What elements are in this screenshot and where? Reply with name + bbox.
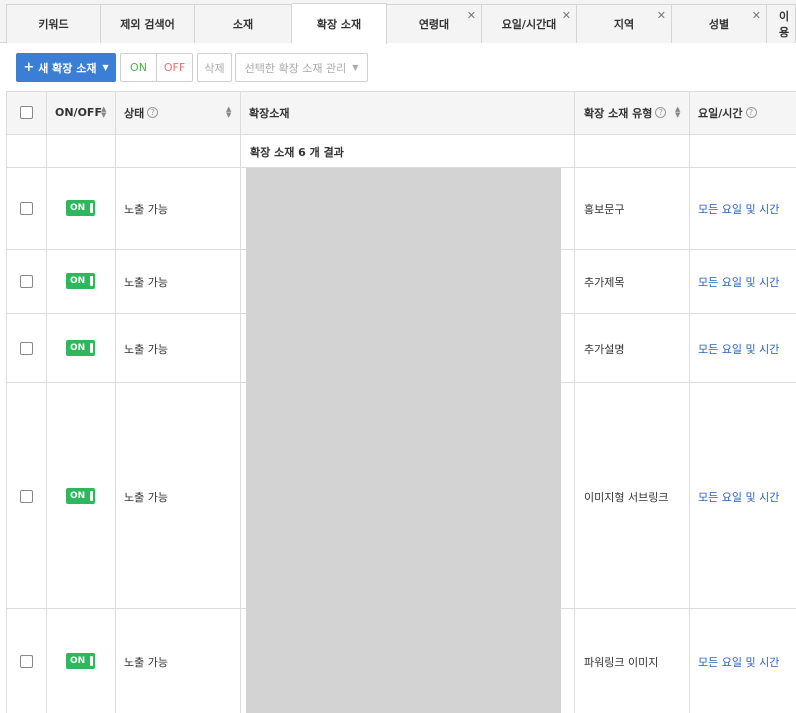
toggle-knob [90, 276, 93, 286]
close-icon[interactable]: ✕ [752, 10, 761, 21]
tab-label: 확장 소재 [316, 18, 362, 31]
row-checkbox[interactable] [20, 342, 33, 355]
on-off-toggle[interactable]: ON [66, 488, 95, 504]
extensions-table: ON/OFF ▲ ▼ 상태 ? ▲ ▼ 확장소재 확장 소재 유형 ? ▲ ▼ 요일/… [6, 91, 796, 713]
divider [6, 91, 7, 713]
new-extension-button[interactable]: + 새 확장 소재 ▼ [16, 53, 116, 82]
header-status-label: 상태 [124, 106, 145, 120]
tab-schedule[interactable]: 요일/시간대 ✕ [482, 4, 577, 43]
delete-label: 삭제 [204, 61, 225, 75]
chevron-down-icon: ▼ [102, 63, 109, 72]
extension-type: 추가제목 [584, 276, 625, 289]
toggle-knob [90, 203, 93, 213]
row-checkbox[interactable] [20, 490, 33, 503]
on-off-toggle[interactable]: ON [66, 273, 95, 289]
sort-icon[interactable]: ▲ ▼ [675, 106, 680, 119]
schedule-link[interactable]: 모든 요일 및 시간 [698, 201, 779, 217]
manage-label: 선택한 확장 소재 관리 [244, 61, 347, 75]
select-all-checkbox[interactable] [20, 106, 33, 119]
schedule-link[interactable]: 모든 요일 및 시간 [698, 341, 779, 357]
status-text: 노출 가능 [124, 276, 168, 289]
tab-label: 성별 [708, 18, 730, 31]
header-extension-label: 확장소재 [249, 106, 290, 120]
tab-label: 지역 [613, 18, 635, 31]
tab-label: 이용 [779, 10, 790, 39]
status-text: 노출 가능 [124, 203, 168, 216]
tab-label: 연령대 [418, 18, 450, 31]
header-onoff-label: ON/OFF [55, 106, 102, 119]
divider [46, 91, 47, 713]
close-icon[interactable]: ✕ [562, 10, 571, 21]
header-onoff[interactable]: ON/OFF [55, 91, 102, 134]
tab-keyword[interactable]: 키워드 [6, 4, 101, 43]
toggle-knob [90, 343, 93, 353]
status-text: 노출 가능 [124, 656, 168, 669]
new-extension-label: 새 확장 소재 [38, 61, 97, 75]
toggle-label: ON [70, 491, 86, 501]
tab-usage[interactable]: 이용 [767, 4, 796, 43]
close-icon[interactable]: ✕ [467, 10, 476, 21]
toggle-label: ON [70, 276, 86, 286]
extension-type: 홍보문구 [584, 203, 625, 216]
help-icon[interactable]: ? [655, 107, 667, 118]
on-label: ON [130, 61, 147, 74]
toggle-label: ON [70, 343, 86, 353]
row-checkbox[interactable] [20, 655, 33, 668]
tab-label: 키워드 [38, 18, 69, 31]
divider [240, 91, 241, 713]
tab-excluded-keywords[interactable]: 제외 검색어 [101, 4, 195, 43]
row-checkbox[interactable] [20, 202, 33, 215]
header-extension: 확장소재 [249, 91, 289, 134]
off-button[interactable]: OFF [156, 53, 193, 82]
tab-bar: 키워드 제외 검색어 소재 확장 소재 연령대 ✕ 요일/시간대 ✕ 지역 ✕ 성별 ✕… [0, 0, 796, 44]
help-icon[interactable]: ? [147, 107, 159, 118]
tab-age[interactable]: 연령대 ✕ [387, 4, 482, 43]
toggle-knob [90, 656, 93, 666]
header-schedule-label: 요일/시간 [698, 106, 743, 120]
tab-creative[interactable]: 소재 [195, 4, 292, 43]
toggle-label: ON [70, 203, 86, 213]
tab-region[interactable]: 지역 ✕ [577, 4, 672, 43]
on-off-toggle[interactable]: ON [66, 340, 95, 356]
tab-label: 소재 [232, 18, 254, 31]
chevron-down-icon: ▼ [352, 63, 359, 72]
redacted-extension-content [246, 168, 561, 713]
status-text: 노출 가능 [124, 343, 168, 356]
results-summary: 확장 소재 6 개 결과 [250, 146, 344, 159]
status-text: 노출 가능 [124, 491, 168, 504]
tab-label: 제외 검색어 [120, 18, 175, 31]
on-off-toggle[interactable]: ON [66, 200, 95, 216]
divider [6, 134, 796, 135]
toolbar: + 새 확장 소재 ▼ ON OFF 삭제 선택한 확장 소재 관리 ▼ [0, 44, 796, 92]
help-icon[interactable]: ? [745, 107, 757, 118]
header-type[interactable]: 확장 소재 유형 ? [584, 91, 667, 134]
off-label: OFF [163, 61, 186, 74]
schedule-link[interactable]: 모든 요일 및 시간 [698, 654, 779, 670]
extension-type: 추가설명 [584, 343, 625, 356]
schedule-link[interactable]: 모든 요일 및 시간 [698, 274, 779, 290]
toggle-label: ON [70, 656, 86, 666]
delete-button[interactable]: 삭제 [197, 53, 232, 82]
header-schedule[interactable]: 요일/시간 ? [698, 91, 757, 134]
extension-type: 파워링크 이미지 [584, 656, 659, 669]
divider [689, 91, 690, 713]
toggle-knob [90, 491, 93, 501]
row-checkbox[interactable] [20, 275, 33, 288]
header-status[interactable]: 상태 ? [124, 91, 159, 134]
sort-icon[interactable]: ▲ ▼ [226, 106, 231, 119]
tab-extensions[interactable]: 확장 소재 [292, 3, 387, 44]
divider [115, 91, 116, 713]
tab-label: 요일/시간대 [501, 18, 557, 31]
close-icon[interactable]: ✕ [657, 10, 666, 21]
schedule-link[interactable]: 모든 요일 및 시간 [698, 489, 779, 505]
plus-icon: + [23, 60, 35, 75]
on-off-toggle[interactable]: ON [66, 653, 95, 669]
manage-selected-dropdown[interactable]: 선택한 확장 소재 관리 ▼ [235, 53, 368, 82]
header-type-label: 확장 소재 유형 [584, 106, 653, 120]
on-button[interactable]: ON [120, 53, 157, 82]
divider [574, 91, 575, 713]
tab-gender[interactable]: 성별 ✕ [672, 4, 767, 43]
sort-icon[interactable]: ▲ ▼ [101, 106, 106, 119]
extension-type: 이미지형 서브링크 [584, 491, 669, 504]
